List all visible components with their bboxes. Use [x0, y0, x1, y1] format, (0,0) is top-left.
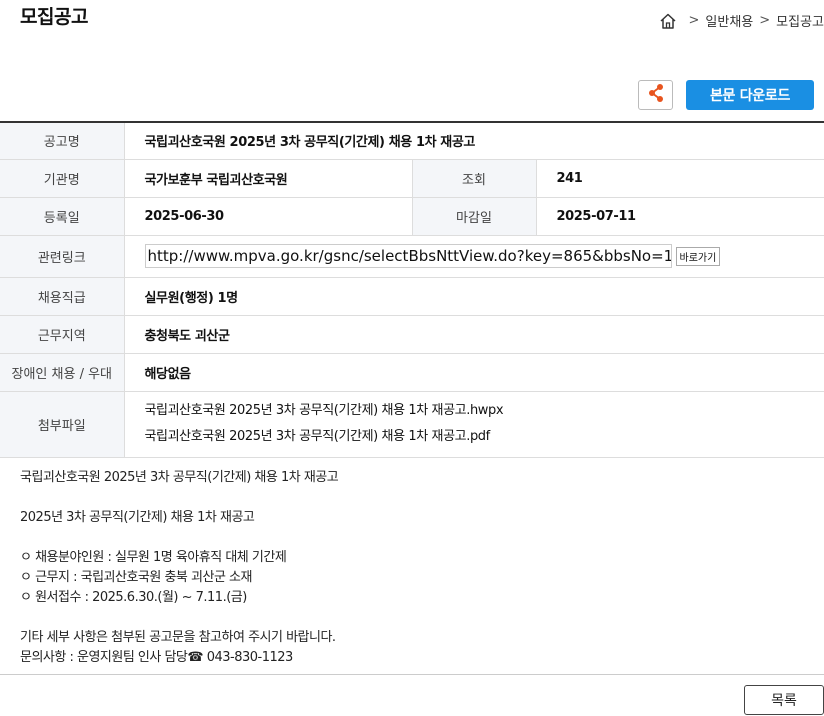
- region-value: 충청북도 괴산군: [124, 315, 824, 354]
- attachment-hwpx-link[interactable]: 국립괴산호국원 2025년 3차 공무직(기간제) 채용 1차 재공고.hwpx: [145, 398, 824, 424]
- page-title: 모집공고: [20, 6, 88, 28]
- body-text: ㅇ 원서접수 : 2025.6.30.(월) ~ 7.11.(금): [20, 590, 247, 605]
- org-label: 기관명: [0, 159, 125, 198]
- job-label: 채용직급: [0, 277, 125, 316]
- breadcrumb: > 일반채용 > 모집공고: [659, 11, 824, 30]
- body-text: 2025년 3차 공무직(기간제) 채용 1차 재공고: [20, 510, 255, 525]
- notice-body: 국립괴산호국원 2025년 3차 공무직(기간제) 채용 1차 재공고 2025…: [20, 468, 339, 668]
- notice-info-table: 공고명 국립괴산호국원 2025년 3차 공무직(기간제) 채용 1차 재공고 …: [0, 121, 824, 458]
- disabled-value: 해당없음: [124, 353, 824, 392]
- go-link-button[interactable]: 바로가기: [675, 246, 721, 266]
- body-text: 국립괴산호국원 2025년 3차 공무직(기간제) 채용 1차 재공고: [20, 470, 339, 485]
- views-value: 241: [536, 159, 824, 198]
- body-text: 기타 세부 사항은 첨부된 공고문을 참고하여 주시기 바랍니다.: [20, 630, 336, 645]
- org-value: 국가보훈부 국립괴산호국원: [124, 159, 413, 198]
- deadline-label: 마감일: [412, 197, 537, 236]
- divider: [0, 674, 824, 675]
- share-button[interactable]: [638, 80, 673, 110]
- views-label: 조회: [412, 159, 537, 198]
- breadcrumb-item-notice[interactable]: 모집공고: [776, 11, 824, 30]
- list-button[interactable]: 목록: [744, 685, 824, 715]
- body-text: 문의사항 : 운영지원팀 인사 담당☎ 043-830-1123: [20, 650, 293, 665]
- region-label: 근무지역: [0, 315, 125, 354]
- home-icon[interactable]: [659, 12, 677, 30]
- share-icon: [647, 83, 665, 107]
- files-cell: 국립괴산호국원 2025년 3차 공무직(기간제) 채용 1차 재공고.hwpx…: [124, 391, 824, 458]
- breadcrumb-separator: >: [759, 13, 771, 28]
- reg-date-value: 2025-06-30: [124, 197, 413, 236]
- reg-date-label: 등록일: [0, 197, 125, 236]
- download-body-button[interactable]: 본문 다운로드: [686, 80, 814, 110]
- body-text: ㅇ 근무지 : 국립괴산호국원 충북 괴산군 소재: [20, 570, 252, 585]
- link-label: 관련링크: [0, 235, 125, 278]
- job-value: 실무원(행정) 1명: [124, 277, 824, 316]
- title-value: 국립괴산호국원 2025년 3차 공무직(기간제) 채용 1차 재공고: [124, 122, 824, 160]
- attachment-pdf-link[interactable]: 국립괴산호국원 2025년 3차 공무직(기간제) 채용 1차 재공고.pdf: [145, 424, 824, 450]
- related-link-field[interactable]: http://www.mpva.go.kr/gsnc/selectBbsNttV…: [144, 244, 672, 268]
- deadline-value: 2025-07-11: [536, 197, 824, 236]
- files-label: 첨부파일: [0, 391, 125, 458]
- link-cell: http://www.mpva.go.kr/gsnc/selectBbsNttV…: [124, 235, 824, 278]
- breadcrumb-item-general-recruit[interactable]: 일반채용: [705, 11, 753, 30]
- disabled-label: 장애인 채용 / 우대: [0, 353, 125, 392]
- title-label: 공고명: [0, 122, 125, 160]
- breadcrumb-separator: >: [688, 13, 700, 28]
- body-text: ㅇ 채용분야인원 : 실무원 1명 육아휴직 대체 기간제: [20, 550, 287, 565]
